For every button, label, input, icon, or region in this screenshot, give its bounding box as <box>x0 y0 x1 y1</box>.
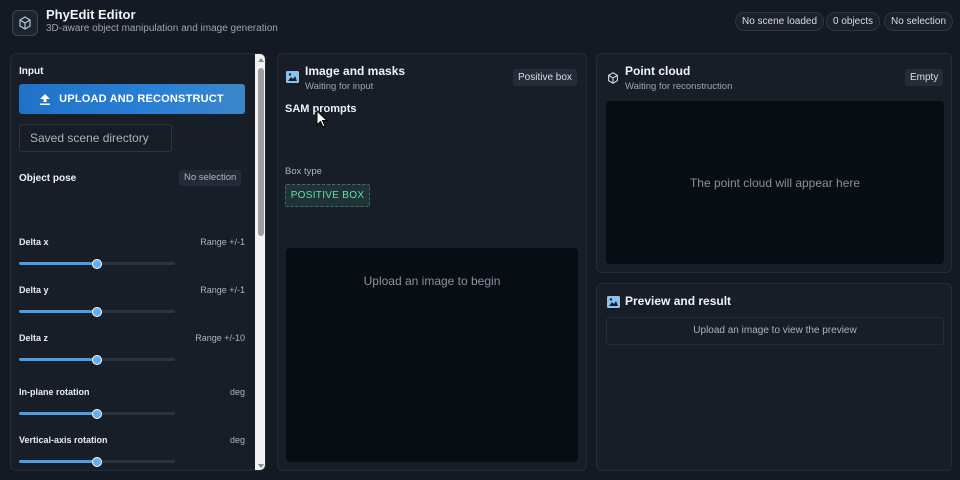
preview-title: Preview and result <box>625 294 732 308</box>
slider-range-label: deg <box>229 387 245 397</box>
upload-button-label: UPLOAD AND RECONSTRUCT <box>59 93 224 105</box>
panel-scrollbar[interactable] <box>255 54 265 470</box>
slider-thumb[interactable] <box>92 355 102 365</box>
image-panel-title: Image and masks <box>305 64 406 78</box>
prompt-mode-tag: Positive box <box>513 69 577 86</box>
slider-label: In-plane rotation <box>19 387 90 397</box>
point-cloud-subtitle: Waiting for reconstruction <box>625 81 733 92</box>
slider-label: Delta y <box>19 285 49 295</box>
image-masks-panel: Image and masks Waiting for input Positi… <box>277 53 587 471</box>
scrollbar-thumb[interactable] <box>258 68 264 236</box>
saved-scene-directory-input[interactable] <box>19 124 172 152</box>
slider-fill <box>19 310 97 313</box>
slider-range-label: Range +/-1 <box>200 237 245 247</box>
slider-range-label: deg <box>229 435 245 445</box>
image-dropzone[interactable]: Upload an image to begin <box>286 248 578 462</box>
upload-and-reconstruct-button[interactable]: UPLOAD AND RECONSTRUCT <box>19 84 245 114</box>
slider-fill <box>19 262 97 265</box>
pose-slider[interactable] <box>19 307 175 317</box>
slider-thumb[interactable] <box>92 259 102 269</box>
image-icon <box>286 71 299 83</box>
preview-panel: Preview and result Upload an image to vi… <box>596 283 952 471</box>
point-cloud-viewer[interactable]: The point cloud will appear here <box>606 101 944 264</box>
point-cloud-status-tag: Empty <box>905 69 944 86</box>
dropzone-text: Upload an image to begin <box>363 274 501 288</box>
preview-placeholder: Upload an image to view the preview <box>606 317 944 345</box>
slider-range-label: Range +/-10 <box>195 333 245 343</box>
point-cloud-title: Point cloud <box>625 64 691 78</box>
slider-fill <box>19 412 97 415</box>
pose-slider[interactable] <box>19 457 175 467</box>
input-section-label: Input <box>19 66 44 77</box>
controls-panel: Input UPLOAD AND RECONSTRUCT Object pose… <box>10 53 266 471</box>
pose-slider[interactable] <box>19 259 175 269</box>
upload-icon <box>40 93 51 105</box>
scene-status-badge: No scene loaded <box>735 12 825 31</box>
slider-thumb[interactable] <box>92 307 102 317</box>
app-subtitle: 3D-aware object manipulation and image g… <box>46 23 278 34</box>
slider-fill <box>19 460 97 463</box>
image-icon <box>607 296 620 308</box>
slider-range-label: Range +/-1 <box>200 285 245 295</box>
slider-label: Vertical-axis rotation <box>19 435 108 445</box>
slider-thumb[interactable] <box>92 409 102 419</box>
scroll-down-arrow-icon[interactable] <box>258 464 264 468</box>
object-pose-selection-badge: No selection <box>179 170 242 186</box>
slider-label: Delta x <box>19 237 49 247</box>
app-header: PhyEdit Editor 3D-aware object manipulat… <box>0 0 960 44</box>
pose-slider[interactable] <box>19 355 175 365</box>
cube-3d-icon <box>608 72 618 84</box>
objects-count-badge: 0 objects <box>826 12 881 31</box>
pose-slider[interactable] <box>19 409 175 419</box>
slider-fill <box>19 358 97 361</box>
scroll-up-arrow-icon[interactable] <box>258 58 264 62</box>
image-panel-subtitle: Waiting for input <box>305 81 374 92</box>
positive-box-toggle[interactable]: POSITIVE BOX <box>285 184 370 207</box>
cube-3d-icon <box>12 10 38 36</box>
slider-label: Delta z <box>19 333 49 343</box>
point-cloud-placeholder: The point cloud will appear here <box>689 176 861 190</box>
selection-status-badge: No selection <box>884 12 954 31</box>
app-title: PhyEdit Editor <box>46 7 136 22</box>
point-cloud-panel: Point cloud Waiting for reconstruction E… <box>596 53 952 273</box>
box-type-label: Box type <box>285 166 322 177</box>
mouse-cursor-icon <box>316 110 328 128</box>
slider-thumb[interactable] <box>92 457 102 467</box>
object-pose-label: Object pose <box>19 173 77 184</box>
